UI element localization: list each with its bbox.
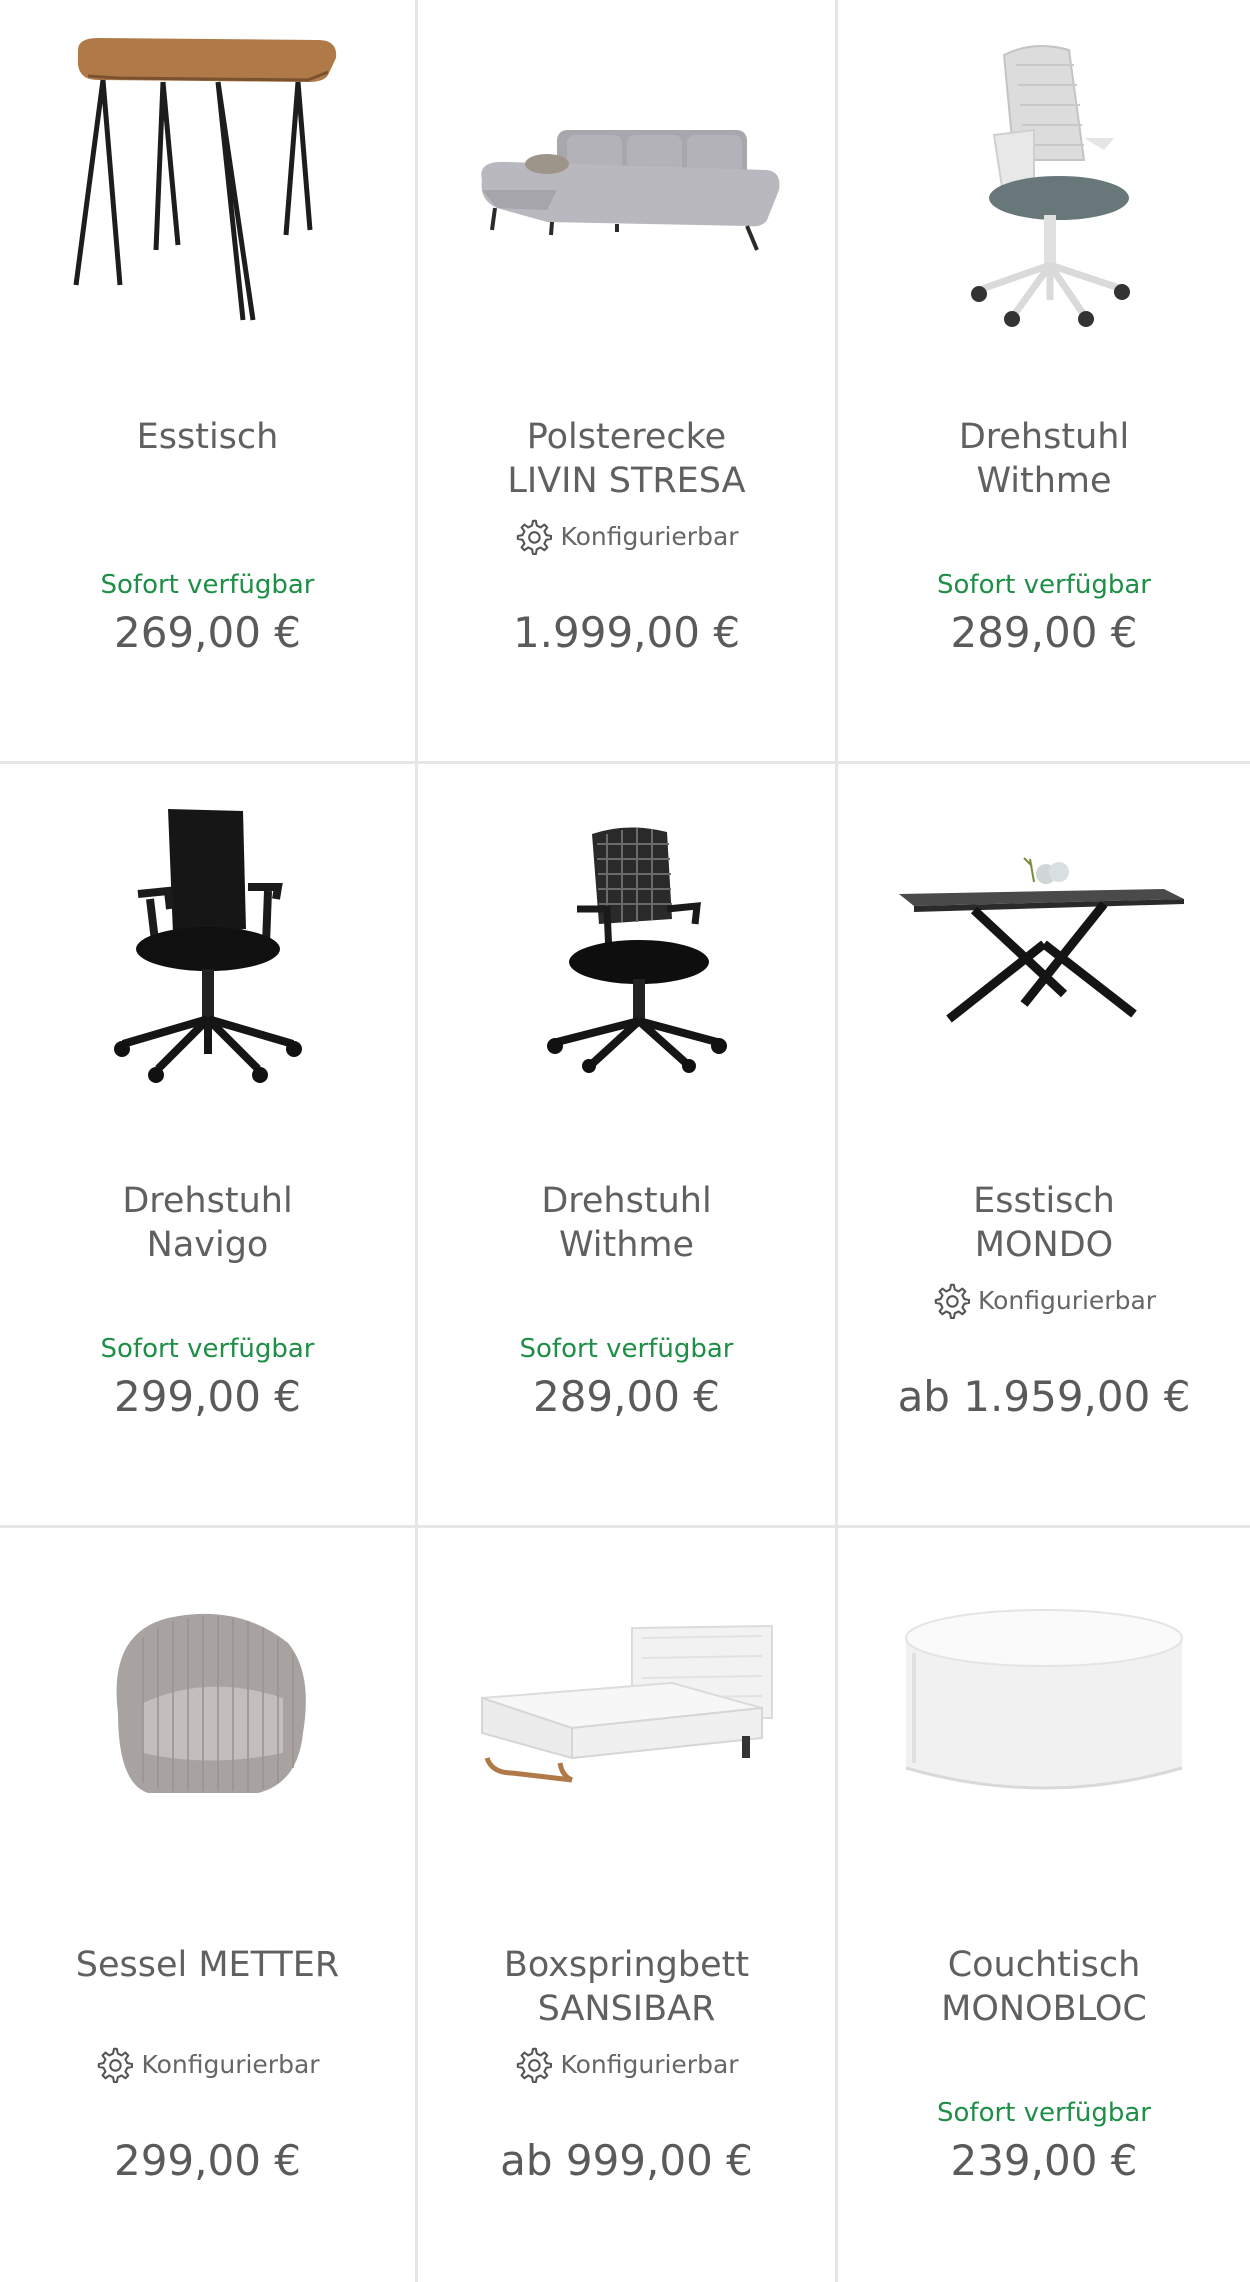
availability-label: Sofort verfügbar bbox=[100, 1334, 315, 1364]
product-name[interactable]: Drehstuhl Withme bbox=[848, 415, 1240, 503]
configurable-label: Konfigurierbar bbox=[141, 2049, 320, 2079]
product-image[interactable] bbox=[418, 1538, 835, 1878]
product-name[interactable]: Boxspringbett SANSIBAR bbox=[428, 1943, 825, 2031]
product-name[interactable]: Sessel METTER bbox=[10, 1943, 405, 1987]
product-price: 299,00 € bbox=[113, 1372, 302, 1421]
product-name[interactable]: Couchtisch MONOBLOC bbox=[848, 1943, 1240, 2031]
product-price: ab 999,00 € bbox=[500, 2136, 753, 2185]
product-name[interactable]: Drehstuhl Navigo bbox=[10, 1179, 405, 1267]
product-image[interactable] bbox=[838, 774, 1250, 1114]
gear-icon bbox=[934, 1283, 970, 1319]
product-image[interactable] bbox=[0, 10, 415, 350]
armchair-icon bbox=[116, 1613, 306, 1793]
dining-table-black-icon bbox=[899, 857, 1184, 1023]
product-price: ab 1.959,00 € bbox=[897, 1372, 1191, 1421]
product-card-drehstuhl-withme-black[interactable]: Drehstuhl Withme Sofort verfügbar 289,00… bbox=[418, 764, 838, 1528]
product-name[interactable]: Esstisch bbox=[10, 415, 405, 459]
office-chair-black-icon bbox=[113, 809, 302, 1083]
office-chair-mesh-icon bbox=[546, 827, 727, 1073]
product-price: 299,00 € bbox=[113, 2136, 302, 2185]
gear-icon bbox=[517, 2047, 553, 2083]
availability-label: Sofort verfügbar bbox=[100, 570, 315, 600]
product-card-esstisch[interactable]: Esstisch Sofort verfügbar 269,00 € bbox=[0, 0, 418, 764]
configurable-badge: Konfigurierbar bbox=[0, 2045, 415, 2083]
coffee-table-round-icon bbox=[905, 1609, 1183, 1790]
product-image[interactable] bbox=[418, 10, 835, 350]
configurable-label: Konfigurierbar bbox=[977, 1285, 1157, 1315]
product-price: 239,00 € bbox=[950, 2136, 1138, 2185]
product-card-esstisch-mondo[interactable]: Esstisch MONDO Konfigurierbar ab 1.959,0… bbox=[838, 764, 1250, 1528]
product-image[interactable] bbox=[838, 10, 1250, 350]
product-card-boxspringbett-sansibar[interactable]: Boxspringbett SANSIBAR Konfigurierbar ab… bbox=[418, 1528, 838, 2282]
boxspring-bed-icon bbox=[480, 1624, 773, 1783]
availability-label: Sofort verfügbar bbox=[519, 1334, 734, 1364]
configurable-badge: Konfigurierbar bbox=[418, 2045, 835, 2083]
product-image[interactable] bbox=[0, 774, 415, 1114]
corner-sofa-icon bbox=[480, 130, 779, 251]
product-image[interactable] bbox=[418, 774, 835, 1114]
gear-icon bbox=[517, 519, 553, 555]
product-card-couchtisch-monobloc[interactable]: Couchtisch MONOBLOC Sofort verfügbar 239… bbox=[838, 1528, 1250, 2282]
product-name[interactable]: Drehstuhl Withme bbox=[428, 1179, 825, 1267]
product-card-polsterecke[interactable]: Polsterecke LIVIN STRESA Konfigurierbar … bbox=[418, 0, 838, 764]
product-grid: Esstisch Sofort verfügbar 269,00 € Polst… bbox=[0, 0, 1250, 2282]
product-card-drehstuhl-navigo[interactable]: Drehstuhl Navigo Sofort verfügbar 299,00… bbox=[0, 764, 418, 1528]
product-name[interactable]: Polsterecke LIVIN STRESA bbox=[428, 415, 825, 503]
office-chair-white-icon bbox=[971, 45, 1130, 327]
product-name[interactable]: Esstisch MONDO bbox=[848, 1179, 1240, 1267]
product-image[interactable] bbox=[0, 1538, 415, 1878]
product-price: 289,00 € bbox=[532, 1372, 721, 1421]
gear-icon bbox=[98, 2047, 134, 2083]
product-card-drehstuhl-withme-white[interactable]: Drehstuhl Withme Sofort verfügbar 289,00… bbox=[838, 0, 1250, 764]
dining-table-wood-icon bbox=[73, 38, 336, 321]
configurable-badge: Konfigurierbar bbox=[418, 517, 835, 555]
product-price: 269,00 € bbox=[113, 608, 302, 657]
product-card-sessel-metter[interactable]: Sessel METTER Konfigurierbar 299,00 € bbox=[0, 1528, 418, 2282]
configurable-label: Konfigurierbar bbox=[560, 521, 739, 551]
product-price: 1.999,00 € bbox=[512, 608, 741, 657]
product-price: 289,00 € bbox=[950, 608, 1138, 657]
product-image[interactable] bbox=[838, 1538, 1250, 1878]
configurable-label: Konfigurierbar bbox=[560, 2049, 739, 2079]
availability-label: Sofort verfügbar bbox=[937, 2098, 1151, 2128]
availability-label: Sofort verfügbar bbox=[937, 570, 1151, 600]
configurable-badge: Konfigurierbar bbox=[838, 1281, 1250, 1319]
